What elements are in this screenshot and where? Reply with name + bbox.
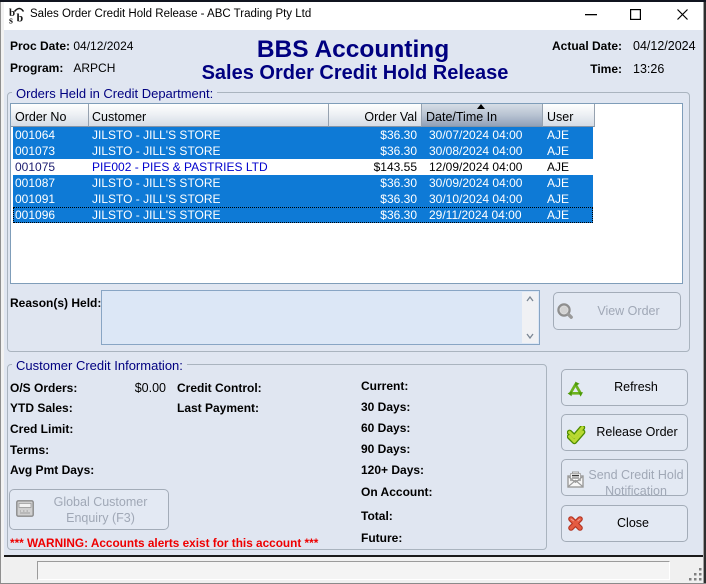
svg-text:s: s <box>9 16 13 25</box>
svg-text:b: b <box>17 11 24 25</box>
